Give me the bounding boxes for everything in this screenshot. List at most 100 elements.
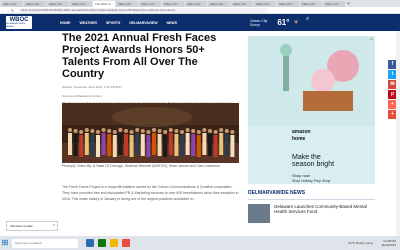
crowd-figure bbox=[196, 135, 201, 157]
crowd-figure bbox=[168, 133, 173, 155]
new-tab-button[interactable]: + bbox=[347, 1, 350, 7]
windows-start-icon[interactable]: ⊞ bbox=[0, 236, 10, 250]
crowd-figure bbox=[180, 135, 184, 157]
browser-tab[interactable]: Index of li... bbox=[24, 0, 46, 7]
browser-tab[interactable]: Index of li... bbox=[208, 0, 230, 7]
crowd-figure bbox=[124, 134, 128, 156]
crowd-head bbox=[68, 128, 72, 132]
browser-tab[interactable]: Index of li... bbox=[254, 0, 276, 7]
crowd-figure bbox=[90, 134, 95, 156]
crowd-head bbox=[213, 130, 218, 134]
crowd-head bbox=[129, 130, 134, 134]
crowd-head bbox=[73, 129, 78, 133]
crowd-head bbox=[157, 129, 162, 133]
taskbar: ⊞ Type here to search 61°F Mostly sunny … bbox=[0, 236, 400, 250]
task-view-icon[interactable] bbox=[86, 239, 94, 247]
crowd-head bbox=[146, 130, 151, 134]
crowd-figure bbox=[68, 133, 72, 155]
browser-tab[interactable]: Index of li... bbox=[47, 0, 69, 7]
browser-tab[interactable]: Index of li... bbox=[70, 0, 92, 7]
crowd-head bbox=[140, 129, 145, 133]
site-logo[interactable]: WBOC DELMARVA'S NEWS LEADER bbox=[6, 16, 32, 29]
ad-headline-2: season bright bbox=[292, 161, 335, 168]
crowd-figure bbox=[224, 134, 229, 156]
crowd-head bbox=[101, 128, 106, 132]
browser-tab[interactable]: Index of li... bbox=[139, 0, 161, 7]
crowd-figure bbox=[208, 134, 212, 156]
crowd-figure bbox=[129, 135, 134, 157]
crowd-figure bbox=[174, 134, 179, 156]
ad-subtext: Shop Holiday Prep Shop bbox=[292, 179, 331, 183]
browser-tab[interactable]: Index of li... bbox=[116, 0, 138, 7]
amazon-logo-text: amazon bbox=[292, 129, 311, 135]
weather-city: Ocean City bbox=[250, 18, 268, 23]
sidebar-news-item[interactable]: Delaware Launches Community-Based Mental… bbox=[248, 204, 375, 223]
sun-icon: ☀ bbox=[293, 20, 299, 26]
system-tray: 61°F Mostly sunny 12:48 PM 11/22/2021 bbox=[348, 239, 396, 247]
crowd-head bbox=[96, 130, 100, 134]
browser-tab[interactable]: Index of li... bbox=[300, 0, 322, 7]
crowd-figure bbox=[107, 134, 112, 156]
url-input[interactable]: wboc.com/news/2021/11/22/the-2021-annual… bbox=[18, 7, 268, 13]
tray-clock[interactable]: 12:48 PM 11/22/2021 bbox=[381, 239, 396, 247]
windows-popup[interactable]: Windows Update × bbox=[6, 221, 58, 231]
menu-home[interactable]: HOME bbox=[60, 21, 71, 25]
browser-tab[interactable]: The 2021 A... bbox=[93, 0, 115, 7]
crowd-head bbox=[135, 128, 140, 132]
crowd-head bbox=[180, 130, 184, 134]
taskbar-search-input[interactable]: Type here to search bbox=[12, 238, 78, 248]
browser-tab[interactable]: Index of li... bbox=[231, 0, 253, 7]
crowd-head bbox=[202, 128, 207, 132]
news-headline[interactable]: Delaware Launches Community-Based Mental… bbox=[274, 204, 375, 223]
close-icon[interactable]: × bbox=[53, 223, 55, 227]
tray-weather[interactable]: 61°F Mostly sunny bbox=[348, 241, 373, 245]
crowd-head bbox=[224, 129, 229, 133]
ad-cta[interactable]: Shop now bbox=[292, 173, 310, 178]
weather-temp: 61° bbox=[277, 18, 290, 27]
article-photo bbox=[62, 103, 239, 163]
ad-label: Ad bbox=[369, 37, 373, 41]
crowd-figure bbox=[79, 135, 84, 157]
crowd-figure bbox=[146, 135, 151, 157]
article-category[interactable]: Sponsored Marketing Content bbox=[62, 94, 237, 98]
folder-icon[interactable] bbox=[110, 239, 118, 247]
menu-delmarvaview[interactable]: DELMARVAVIEW bbox=[129, 21, 157, 25]
scrollbar[interactable] bbox=[396, 31, 400, 236]
crowd-figure bbox=[163, 135, 168, 157]
main-menu: HOME WEATHER SPORTS DELMARVAVIEW NEWS bbox=[60, 21, 186, 25]
crowd-figure bbox=[219, 133, 224, 155]
crowd-head bbox=[196, 130, 201, 134]
crowd-head bbox=[124, 129, 128, 133]
site-header: WBOC DELMARVA'S NEWS LEADER HOME WEATHER… bbox=[0, 14, 400, 31]
sidebar-section-title: DELMARVAWIDE NEWS bbox=[248, 190, 375, 200]
menu-sports[interactable]: SPORTS bbox=[106, 21, 120, 25]
browser-tab[interactable]: Index of li... bbox=[277, 0, 299, 7]
crowd-figure bbox=[230, 135, 235, 157]
reload-icon[interactable]: ↻ bbox=[10, 7, 15, 14]
menu-news[interactable]: NEWS bbox=[167, 21, 178, 25]
amazon-home-text: home bbox=[292, 136, 306, 142]
crowd-figure bbox=[157, 134, 162, 156]
weather-widget[interactable]: Ocean City Sunny 61° ☀ bbox=[250, 14, 299, 31]
search-icon[interactable]: ⌕ bbox=[306, 16, 318, 28]
crowd-head bbox=[163, 130, 168, 134]
browser-tab[interactable]: Index of li... bbox=[323, 0, 345, 7]
crowd-figure bbox=[73, 134, 78, 156]
edge-icon[interactable] bbox=[98, 239, 106, 247]
article-title: The 2021 Annual Fresh Faces Project Awar… bbox=[62, 32, 217, 80]
chrome-icon[interactable] bbox=[122, 239, 130, 247]
crowd-head bbox=[191, 129, 196, 133]
browser-tab[interactable]: Index of li... bbox=[162, 0, 184, 7]
ad-headline-1: Make the bbox=[292, 154, 321, 161]
tray-date: 11/22/2021 bbox=[381, 243, 396, 247]
crowd-figure bbox=[185, 133, 190, 155]
browser-tab-bar: Index of li... Index of li... Index of li.… bbox=[0, 0, 400, 7]
weather-condition: Sunny bbox=[250, 22, 260, 27]
address-bar-row: ← → ↻ wboc.com/news/2021/11/22/the-2021-… bbox=[0, 7, 400, 14]
logo-sub: DELMARVA'S NEWS LEADER bbox=[6, 22, 26, 28]
menu-weather[interactable]: WEATHER bbox=[80, 21, 97, 25]
advertisement[interactable]: Ad amazon home Make the season bright Sh… bbox=[248, 36, 375, 184]
browser-tab[interactable]: Index of li... bbox=[185, 0, 207, 7]
crowd-figure bbox=[202, 133, 207, 155]
crowd-figure bbox=[112, 135, 117, 157]
